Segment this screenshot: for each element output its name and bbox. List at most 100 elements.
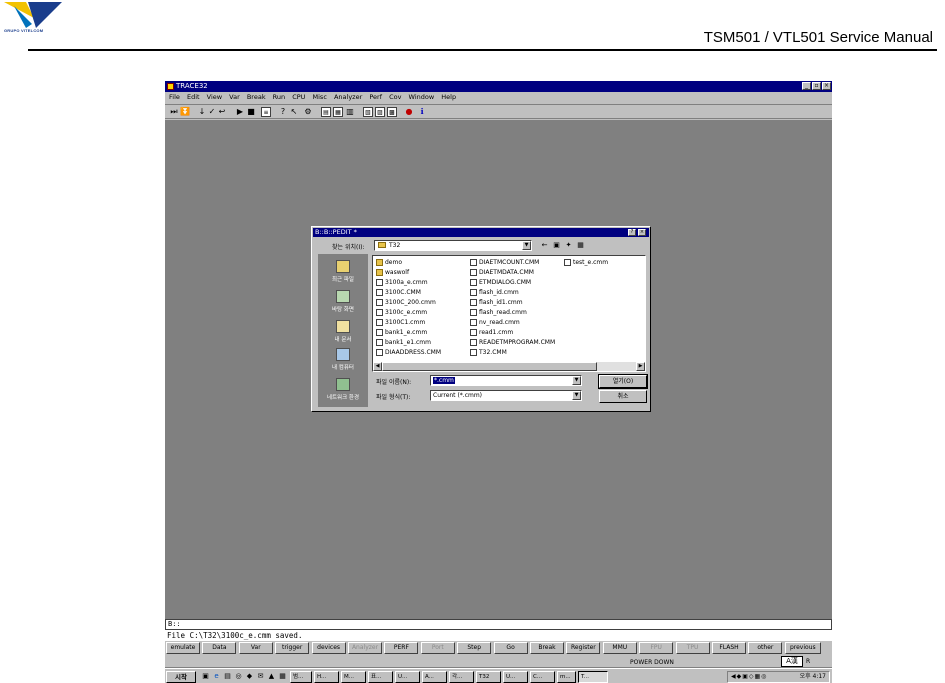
place-documents[interactable]: 내 문서 bbox=[318, 320, 368, 343]
menu-view[interactable]: View bbox=[207, 92, 222, 103]
dialog-help-icon[interactable]: ? bbox=[628, 229, 636, 236]
dialog-title-bar[interactable]: B::B::PEDIT * ? × bbox=[313, 228, 649, 237]
open-button[interactable]: 열기(O) bbox=[598, 374, 648, 389]
stop-icon[interactable]: ● bbox=[404, 107, 414, 117]
quicklaunch-explorer-icon[interactable]: ▤ bbox=[223, 672, 232, 681]
file-item[interactable]: 3100C1.cmm bbox=[376, 318, 425, 327]
close-icon[interactable]: × bbox=[822, 82, 831, 90]
menu-misc[interactable]: Misc bbox=[313, 92, 327, 103]
dialog-close-icon[interactable]: × bbox=[638, 229, 646, 236]
file-item[interactable]: read1.cmm bbox=[470, 328, 513, 337]
scroll-right-icon[interactable]: ▶ bbox=[636, 362, 645, 371]
softkey-flash[interactable]: FLASH bbox=[712, 642, 746, 654]
place-computer[interactable]: 내 컴퓨터 bbox=[318, 348, 368, 371]
filetype-dropdown-icon[interactable]: ▼ bbox=[572, 391, 581, 400]
quicklaunch-tree-icon[interactable]: ▲ bbox=[267, 672, 276, 681]
menu-window[interactable]: Window bbox=[409, 92, 435, 103]
taskbar-task[interactable]: U... bbox=[503, 671, 528, 683]
menu-file[interactable]: File bbox=[169, 92, 180, 103]
file-item[interactable]: bank1_e1.cmm bbox=[376, 338, 431, 347]
softkey-analyzer[interactable]: Analyzer bbox=[348, 642, 382, 654]
trace-icon[interactable]: ▨ bbox=[375, 107, 385, 117]
softkey-fpu[interactable]: FPU bbox=[639, 642, 674, 654]
place-recent[interactable]: 최근 파일 bbox=[318, 260, 368, 283]
memory-icon[interactable]: ▥ bbox=[345, 107, 355, 117]
step-into-icon[interactable]: ⏬ bbox=[180, 107, 190, 117]
file-item[interactable]: 3100c_e.cmm bbox=[376, 308, 427, 317]
help-icon[interactable]: ? bbox=[278, 107, 288, 117]
place-network[interactable]: 네트워크 환경 bbox=[318, 378, 368, 401]
menu-break[interactable]: Break bbox=[247, 92, 266, 103]
file-item[interactable]: READETMPROGRAM.CMM bbox=[470, 338, 555, 347]
softkey-tpu[interactable]: TPU bbox=[675, 642, 710, 654]
menu-run[interactable]: Run bbox=[273, 92, 285, 103]
info-icon[interactable]: ℹ bbox=[417, 107, 427, 117]
window-list-icon[interactable]: ▤ bbox=[321, 107, 331, 117]
file-item[interactable]: flash_id.cmm bbox=[470, 288, 519, 297]
settings-icon[interactable]: ⚙ bbox=[303, 107, 313, 117]
back-icon[interactable]: ← bbox=[540, 241, 549, 250]
filetype-select[interactable]: Current (*.cmm) ▼ bbox=[430, 390, 582, 401]
taskbar-task[interactable]: A... bbox=[422, 671, 447, 683]
quicklaunch-browser-icon[interactable]: e bbox=[212, 672, 221, 681]
minimize-icon[interactable]: _ bbox=[802, 82, 811, 90]
taskbar-task[interactable]: U... bbox=[395, 671, 420, 683]
file-item[interactable]: 3100C.CMM bbox=[376, 288, 421, 297]
quicklaunch-app-icon[interactable]: ◆ bbox=[245, 672, 254, 681]
context-help-icon[interactable]: ↖ bbox=[289, 107, 299, 117]
analyzer-icon[interactable]: ▩ bbox=[387, 107, 397, 117]
scroll-thumb[interactable] bbox=[382, 362, 597, 371]
chart-icon[interactable]: ▧ bbox=[363, 107, 373, 117]
file-item[interactable]: 3100C_200.cmm bbox=[376, 298, 436, 307]
folder-item[interactable]: waswolf bbox=[376, 268, 409, 277]
register-icon[interactable]: ▦ bbox=[333, 107, 343, 117]
new-folder-icon[interactable]: ✦ bbox=[564, 241, 573, 250]
file-item[interactable]: DIAADDRESS.CMM bbox=[376, 348, 441, 357]
softkey-mmu[interactable]: MMU bbox=[602, 642, 637, 654]
file-item[interactable]: flash_read.cmm bbox=[470, 308, 527, 317]
window-title-bar[interactable]: TRACE32 _ ▫ × bbox=[165, 81, 832, 92]
scroll-left-icon[interactable]: ◀ bbox=[373, 362, 382, 371]
softkey-other[interactable]: other bbox=[748, 642, 783, 654]
step-check-icon[interactable]: ✓ bbox=[207, 107, 217, 117]
taskbar-task[interactable]: 각... bbox=[449, 671, 474, 683]
taskbar-task[interactable]: 범... bbox=[290, 671, 312, 683]
command-input[interactable]: B:: bbox=[165, 619, 832, 630]
file-item[interactable]: DIAETMDATA.CMM bbox=[470, 268, 534, 277]
softkey-register[interactable]: Register bbox=[566, 642, 601, 654]
menu-perf[interactable]: Perf bbox=[369, 92, 382, 103]
step-over-icon[interactable]: ⏭ bbox=[169, 107, 179, 117]
view-menu-icon[interactable]: ▦ bbox=[576, 241, 585, 250]
taskbar-task[interactable]: H... bbox=[314, 671, 339, 683]
start-button[interactable]: 시작 bbox=[166, 671, 196, 683]
tray-icons[interactable]: ◀◆▣◇▦◎ bbox=[731, 672, 767, 682]
file-item[interactable]: flash_id1.cmm bbox=[470, 298, 523, 307]
file-item[interactable]: bank1_e.cmm bbox=[376, 328, 427, 337]
softkey-devices[interactable]: devices bbox=[311, 642, 346, 654]
file-item[interactable]: nv_read.cmm bbox=[470, 318, 520, 327]
quicklaunch-mail-icon[interactable]: ✉ bbox=[256, 672, 265, 681]
list-icon[interactable]: ≡ bbox=[261, 107, 271, 117]
cancel-button[interactable]: 취소 bbox=[599, 390, 647, 403]
file-item[interactable]: DIAETMCOUNT.CMM bbox=[470, 258, 539, 267]
chevron-down-icon[interactable]: ▼ bbox=[522, 241, 531, 250]
taskbar-task[interactable]: T32 bbox=[476, 671, 501, 683]
softkey-data[interactable]: Data bbox=[202, 642, 237, 654]
menu-help[interactable]: Help bbox=[441, 92, 456, 103]
horizontal-scrollbar[interactable]: ◀ ▶ bbox=[373, 362, 645, 371]
file-item[interactable]: ETMDIALOG.CMM bbox=[470, 278, 531, 287]
softkey-var[interactable]: Var bbox=[238, 642, 273, 654]
file-item[interactable]: 3100a_e.cmm bbox=[376, 278, 428, 287]
look-in-select[interactable]: T32 ▼ bbox=[374, 240, 532, 251]
taskbar-task[interactable]: T... bbox=[578, 671, 608, 683]
menu-var[interactable]: Var bbox=[229, 92, 240, 103]
file-item[interactable]: T32.CMM bbox=[470, 348, 507, 357]
softkey-break[interactable]: Break bbox=[530, 642, 564, 654]
taskbar-task[interactable]: C... bbox=[530, 671, 555, 683]
softkey-emulate[interactable]: emulate bbox=[166, 642, 200, 654]
softkey-go[interactable]: Go bbox=[493, 642, 528, 654]
place-desktop[interactable]: 바탕 화면 bbox=[318, 290, 368, 313]
file-item[interactable]: test_e.cmm bbox=[564, 258, 608, 267]
quicklaunch-desktop-icon[interactable]: ▣ bbox=[201, 672, 210, 681]
ime-indicator[interactable]: A漢 bbox=[781, 656, 803, 667]
